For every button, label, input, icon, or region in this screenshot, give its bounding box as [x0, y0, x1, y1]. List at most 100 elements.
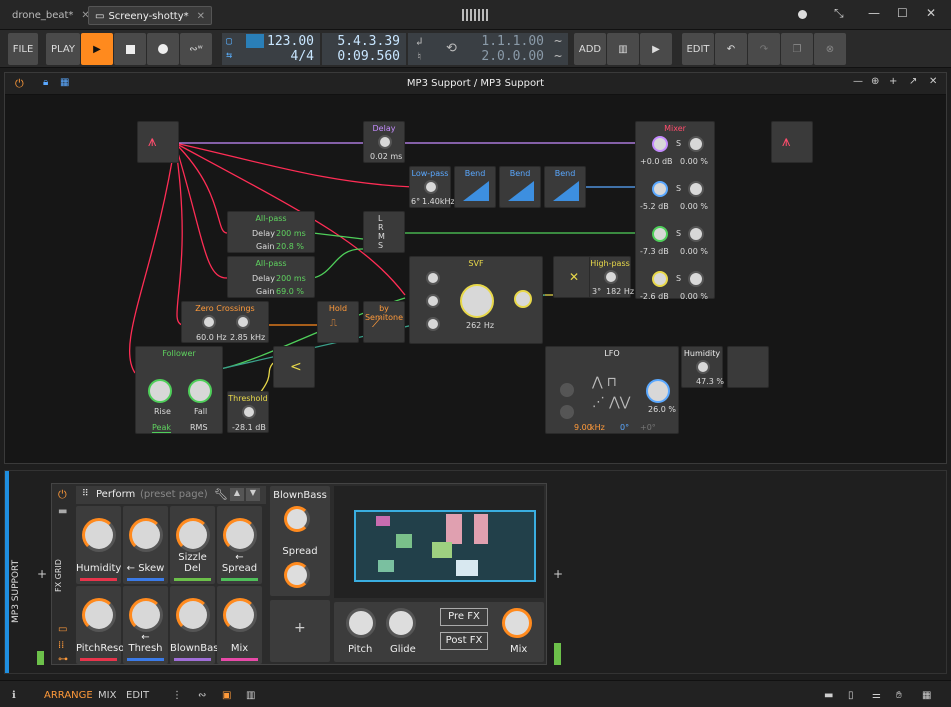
page-up-button[interactable]: ▲	[230, 488, 244, 501]
mixer-gain-knob[interactable]	[652, 181, 668, 197]
tree-icon[interactable]: ⋮	[172, 690, 182, 701]
mixer-gain-knob[interactable]	[652, 136, 668, 152]
mixer-gain-knob[interactable]	[652, 226, 668, 242]
redo-button[interactable]: ↷	[748, 33, 780, 65]
peak-tab[interactable]: Peak	[152, 423, 171, 433]
macro-knob[interactable]	[81, 518, 116, 552]
delete-button[interactable]: ⊗	[814, 33, 846, 65]
macro-knob[interactable]	[222, 598, 257, 632]
macro-cell[interactable]: Mix	[217, 586, 262, 664]
mixer-solo[interactable]: S	[676, 229, 681, 238]
macro-cell[interactable]: ← Thresh	[123, 586, 168, 664]
lfo-rate-unit[interactable]: kHz	[590, 423, 605, 432]
output-arrow-module[interactable]	[727, 346, 769, 388]
metronome-icon[interactable]: ♮	[416, 50, 423, 63]
folder-icon[interactable]: ▬	[824, 690, 833, 701]
arrange-tab[interactable]: ARRANGE	[44, 690, 93, 701]
lfo-amount-knob[interactable]	[646, 379, 670, 403]
audio-input-module[interactable]: ⩚	[137, 121, 179, 163]
play-button[interactable]: ▶	[81, 33, 113, 65]
allpass-delay-value[interactable]: 200 ms	[276, 229, 306, 238]
mixer-panel-icon[interactable]: ▥	[246, 690, 255, 701]
blownbass-knob[interactable]	[284, 506, 310, 532]
loop-display[interactable]: ↲ ♮ ⟲ 1.1.1.00 2.0.0.00 ~ ~	[408, 33, 568, 65]
grid-icon[interactable]: ⁞⁞	[58, 640, 64, 651]
svf-reso-knob[interactable]	[514, 290, 532, 308]
undo-button[interactable]: ↶	[715, 33, 747, 65]
modulation-icon[interactable]: ∾	[198, 690, 206, 701]
lowpass-knob[interactable]	[424, 180, 438, 194]
allpass-module-1[interactable]: All-pass Delay 200 ms Gain 20.8 %	[227, 211, 315, 253]
humidity-module[interactable]: Humidity 47.3 %	[681, 346, 724, 388]
punch-in-icon[interactable]: ↲	[416, 35, 423, 48]
tempo-value[interactable]: 123.00	[267, 34, 314, 49]
macro-knob[interactable]	[128, 518, 163, 552]
zero-crossings-knob-2[interactable]	[236, 315, 250, 329]
post-fx-button[interactable]: Post FX	[440, 632, 488, 650]
rms-tab[interactable]: RMS	[190, 423, 208, 432]
minimize-icon[interactable]: —	[868, 6, 880, 20]
lfo-knob-1[interactable]	[560, 383, 574, 397]
play-label-button[interactable]: PLAY	[46, 33, 80, 65]
modulator-icon[interactable]: ⊶	[58, 654, 68, 665]
mixer-pan-knob[interactable]	[688, 226, 704, 242]
follower-module[interactable]: Follower Rise Fall Peak RMS	[135, 346, 223, 434]
pre-fx-button[interactable]: Pre FX	[440, 608, 488, 626]
time-signature[interactable]: 4/4	[291, 49, 314, 64]
svf-cutoff-knob[interactable]	[460, 284, 494, 318]
delay-module[interactable]: Delay 0.02 ms	[363, 121, 405, 163]
semitone-module[interactable]: by Semitone ⟋	[363, 301, 405, 343]
edit-tab[interactable]: EDIT	[126, 690, 149, 701]
svf-module[interactable]: SVF 262 Hz	[409, 256, 543, 344]
maximize-icon[interactable]: ☐	[897, 6, 908, 20]
macro-knob[interactable]	[128, 598, 163, 632]
add-button[interactable]: ADD	[574, 33, 606, 65]
page-down-button[interactable]: ▼	[246, 488, 260, 501]
macro-cell[interactable]: BlownBass	[170, 586, 224, 664]
wrench-icon[interactable]: 🔧︎	[214, 488, 228, 501]
macro-cell[interactable]: Sizzle Del	[170, 506, 215, 584]
macro-knob[interactable]	[175, 518, 210, 552]
copy-button[interactable]: ❐	[781, 33, 813, 65]
threshold-module[interactable]: Threshold -28.1 dB	[227, 391, 269, 433]
tempo-display[interactable]: ▢ ⇆ 123.00 4/4	[222, 33, 320, 65]
spread-knob[interactable]	[284, 562, 310, 588]
macro-knob[interactable]	[222, 518, 257, 552]
bend-module-2[interactable]: Bend	[499, 166, 541, 208]
tab-drone-beat[interactable]: drone_beat* ✕	[6, 6, 96, 25]
blownbass-macro[interactable]: BlownBass Spread	[270, 486, 330, 596]
svf-knob-1[interactable]	[426, 271, 440, 285]
wave-shape-icon[interactable]: ⋰ ⋀⋁	[592, 395, 630, 410]
mixer-pan-knob[interactable]	[688, 136, 704, 152]
sliders-icon[interactable]: ⚌	[872, 690, 881, 701]
compare-module[interactable]: <	[273, 346, 315, 388]
zero-crossings-knob-1[interactable]	[202, 315, 216, 329]
fx-grid-display[interactable]	[334, 486, 544, 598]
lfo-module[interactable]: LFO ⋀ ⊓ ⋰ ⋀⋁ 26.0 % 9.00 kHz 0° +0°	[545, 346, 679, 434]
preset-page-selector[interactable]: ⠿ Perform (preset page) 🔧︎ ▲ ▼	[76, 486, 266, 504]
add-device-icon[interactable]: +	[37, 567, 47, 581]
close-icon[interactable]: ✕	[197, 11, 205, 22]
allpass-gain-value[interactable]: 69.0 %	[276, 287, 304, 296]
allpass-delay-value[interactable]: 200 ms	[276, 274, 306, 283]
record-button[interactable]	[147, 33, 179, 65]
zero-crossings-module[interactable]: Zero Crossings 60.0 Hz 2.85 kHz	[181, 301, 269, 343]
power-icon[interactable]: ⏻	[58, 488, 67, 502]
mix-tab[interactable]: MIX	[98, 690, 116, 701]
macro-knob[interactable]	[175, 598, 210, 632]
bend-module-1[interactable]: Bend	[454, 166, 496, 208]
svf-knob-2[interactable]	[426, 294, 440, 308]
piano-button[interactable]: ▥	[607, 33, 639, 65]
mixer-solo[interactable]: S	[676, 274, 681, 283]
allpass-module-2[interactable]: All-pass Delay 200 ms Gain 69.0 %	[227, 256, 315, 298]
mix-knob[interactable]	[502, 608, 532, 638]
bend-module-3[interactable]: Bend	[544, 166, 586, 208]
macro-cell[interactable]: Humidity	[76, 506, 121, 584]
audio-output-module[interactable]: ⩚	[771, 121, 813, 163]
add-device-icon[interactable]: +	[553, 567, 563, 581]
tab-screeny-shotty[interactable]: ▭ Screeny-shotty* ✕	[88, 6, 212, 25]
mixer-module[interactable]: Mixer S +0.0 dB 0.00 % S -5.2 dB 0.00 % S -7.3 …	[635, 121, 715, 301]
mixer-solo[interactable]: S	[676, 184, 681, 193]
lfo-phase[interactable]: 0°	[620, 423, 629, 432]
lrms-module[interactable]: L R M S	[363, 211, 405, 253]
